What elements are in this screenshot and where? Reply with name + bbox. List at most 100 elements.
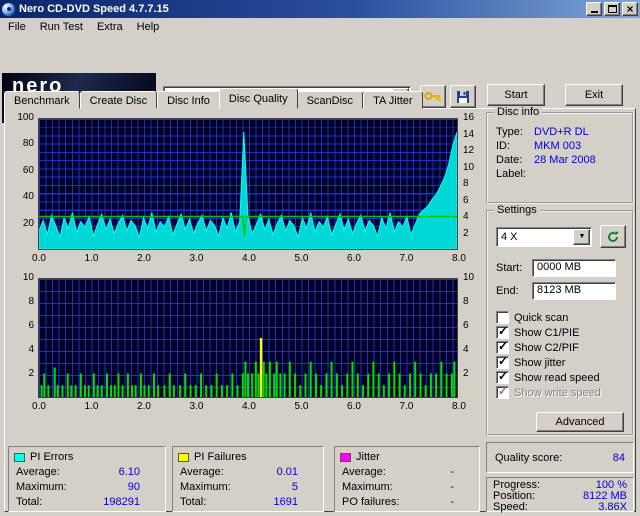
advanced-button[interactable]: Advanced	[536, 412, 624, 432]
pi-failures-chart: 2 4 6 8 10 2 4 6 8 10 0.0 1.0 2.0 3.0 4.0 5.0 6.0 7.0 8.…	[8, 272, 486, 420]
pif-total-label: Total:	[180, 495, 207, 508]
pif-x-axis: 0.0 1.0 2.0 3.0 4.0 5.0 6.0 7.0 8.0	[8, 401, 486, 413]
speed-select-value: 4 X	[501, 230, 518, 243]
jitter-stats-panel: Jitter Average: - Maximum: - PO failures: -	[334, 446, 480, 512]
pie-average-value: 6.10	[118, 465, 140, 478]
toolbar: nero CD-DVD Speed [0:0] LITE-ON DVDRW LH…	[0, 36, 640, 123]
close-icon: ×	[626, 2, 634, 16]
maximize-button[interactable]	[604, 2, 620, 16]
axis-tick-label: 6	[463, 320, 469, 331]
chevron-down-icon[interactable]: ▼	[573, 228, 591, 245]
checkbox-show-jitter-label: Show jitter	[514, 356, 566, 369]
pif-right-axis: 2 4 6 8 10	[8, 272, 486, 420]
tab-disc-info[interactable]: Disc Info	[157, 91, 220, 109]
exit-button[interactable]: Exit	[565, 84, 623, 106]
jitter-average-value: -	[450, 465, 454, 478]
disc-date-value: 28 Mar 2008	[534, 154, 596, 166]
pif-maximum-label: Maximum:	[180, 480, 231, 493]
disc-info-group: Disc info Type: DVD+R DL ID: MKM 003 Date:…	[486, 106, 634, 204]
axis-tick-label: 5.0	[294, 401, 309, 412]
disc-date-label: Date:	[496, 154, 523, 166]
menu-item-extra[interactable]: Extra	[90, 19, 130, 35]
pie-color-swatch	[14, 452, 25, 462]
speed-value: 3.86X	[598, 501, 627, 513]
checkbox-show-c2-pif[interactable]: ✓ Show C2/PIF	[496, 339, 632, 355]
checkbox-show-c1-pie[interactable]: ✓ Show C1/PIE	[496, 324, 632, 340]
checkbox-box: ✓	[496, 384, 509, 399]
jitter-average-label: Average:	[342, 465, 386, 478]
pie-maximum-label: Maximum:	[16, 480, 67, 493]
axis-tick-label: 4.0	[242, 253, 256, 264]
speed-label: Speed:	[493, 501, 528, 513]
axis-tick-label: 1.0	[84, 253, 99, 264]
axis-tick-label: 8.0	[452, 253, 466, 264]
minimize-button[interactable]	[586, 2, 602, 16]
start-field[interactable]: 0000 MB	[532, 259, 616, 277]
axis-tick-label: 4	[463, 344, 469, 355]
pif-average-value: 0.01	[276, 465, 298, 478]
pif-stats-title: PI Failures	[194, 451, 247, 463]
axis-tick-label: 6.0	[347, 253, 361, 264]
axis-tick-label: 7.0	[399, 253, 414, 264]
axis-tick-label: 8	[463, 178, 469, 189]
start-button[interactable]: Start	[487, 84, 545, 106]
pie-x-axis: 0.0 1.0 2.0 3.0 4.0 5.0 6.0 7.0 8.0	[8, 253, 486, 265]
speed-select[interactable]: 4 X ▼	[496, 226, 593, 247]
close-button[interactable]: ×	[622, 2, 638, 16]
checkbox-show-jitter[interactable]: ✓ Show jitter	[496, 354, 632, 370]
checkbox-show-read-speed[interactable]: ✓ Show read speed	[496, 369, 632, 385]
disc-type-value: DVD+R DL	[534, 126, 589, 138]
tab-scandisc[interactable]: ScanDisc	[296, 91, 364, 109]
app-disc-icon	[2, 2, 15, 16]
checkbox-box: ✓	[496, 324, 509, 339]
pif-color-swatch	[178, 452, 189, 462]
menu-item-help[interactable]: Help	[130, 19, 167, 35]
window-title: Nero CD-DVD Speed 4.7.7.15	[19, 3, 169, 15]
checkbox-quick-scan-label: Quick scan	[514, 311, 569, 324]
axis-tick-label: 10	[463, 161, 475, 173]
axis-tick-label: 10	[463, 272, 475, 283]
save-icon	[457, 90, 469, 103]
jitter-maximum-value: -	[450, 480, 454, 493]
refresh-button[interactable]	[600, 225, 626, 248]
options-button[interactable]	[420, 85, 446, 108]
checkbox-show-c1-pie-label: Show C1/PIE	[514, 326, 580, 339]
axis-tick-label: 3.0	[189, 401, 204, 412]
start-field-label: Start:	[496, 262, 523, 274]
end-field[interactable]: 8123 MB	[532, 282, 616, 300]
pif-maximum-value: 5	[291, 480, 298, 493]
axis-tick-label: 5.0	[294, 253, 309, 264]
tab-disc-quality[interactable]: Disc Quality	[218, 88, 298, 109]
check-icon: ✓	[498, 369, 509, 383]
tab-benchmark[interactable]: Benchmark	[4, 91, 80, 109]
check-icon: ✓	[498, 384, 509, 398]
checkbox-show-read-speed-label: Show read speed	[514, 371, 600, 384]
tab-create-disc[interactable]: Create Disc	[79, 91, 158, 109]
axis-tick-label: 8	[463, 296, 469, 307]
pie-total-label: Total:	[16, 495, 43, 508]
axis-tick-label: 2.0	[137, 401, 151, 412]
pi-failures-stats-panel: PI Failures Average: 0.01 Maximum: 5 Total…	[172, 446, 324, 512]
checkbox-box: ✓	[496, 369, 509, 384]
disc-id-label: ID:	[496, 140, 511, 152]
axis-tick-label: 3.0	[189, 253, 204, 264]
axis-tick-label: 4.0	[242, 401, 256, 412]
jitter-color-swatch	[340, 452, 351, 462]
axis-tick-label: 16	[463, 112, 475, 123]
axis-tick-label: 6	[463, 194, 469, 206]
checkbox-show-write-speed: ✓ Show write speed	[496, 384, 632, 400]
settings-group: Settings 4 X ▼ Start: 0000 MB End: 8123 …	[486, 204, 634, 436]
tab-ta-jitter[interactable]: TA Jitter	[363, 91, 423, 109]
axis-tick-label: 7.0	[399, 401, 414, 412]
jitter-maximum-label: Maximum:	[342, 480, 393, 493]
menu-item-file[interactable]: File	[1, 19, 33, 35]
disc-label-label: Label:	[496, 168, 526, 180]
save-button[interactable]	[450, 85, 476, 108]
quality-score-label: Quality score:	[495, 451, 563, 464]
checkbox-quick-scan[interactable]: ✓ Quick scan	[496, 310, 632, 325]
disc-id-value: MKM 003	[534, 140, 582, 152]
menu-bar: File Run Test Extra Help	[0, 18, 640, 36]
axis-tick-label: 2	[463, 368, 469, 379]
check-icon: ✓	[498, 354, 509, 368]
menu-item-run-test[interactable]: Run Test	[33, 19, 90, 35]
